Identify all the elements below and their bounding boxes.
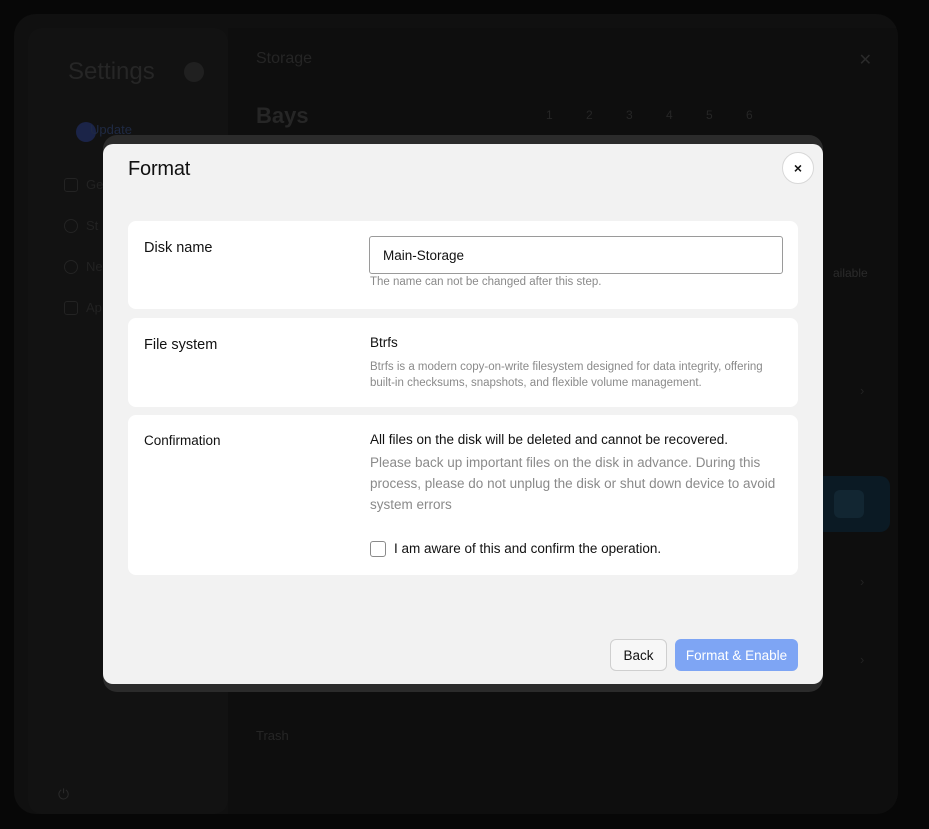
file-system-description: Btrfs is a modern copy-on-write filesyst… — [370, 361, 763, 389]
confirmation-description: Please back up important files on the di… — [370, 455, 776, 512]
storage-title: Storage — [256, 50, 313, 67]
sidebar-item-general: Ge — [86, 177, 104, 192]
gear-badge-icon — [184, 62, 204, 82]
format-dialog: Format × Disk name The name can not be c… — [103, 144, 823, 684]
close-icon: ✕ — [858, 52, 872, 69]
sidebar-item-network: Ne — [86, 259, 103, 274]
confirm-checkbox[interactable] — [370, 541, 386, 557]
bays-title: Bays — [256, 103, 309, 128]
sidebar-item-storage: St — [86, 218, 99, 233]
bay-number: 2 — [586, 108, 593, 122]
confirm-checkbox-label[interactable]: I am aware of this and confirm the opera… — [394, 541, 661, 556]
disk-name-hint: The name can not be changed after this s… — [370, 276, 602, 288]
bay-number: 4 — [666, 108, 673, 122]
bay-number: 3 — [626, 108, 633, 122]
confirmation-label: Confirmation — [144, 433, 221, 448]
back-button[interactable]: Back — [610, 639, 667, 671]
close-button[interactable]: × — [782, 152, 814, 184]
file-system-value: Btrfs — [370, 335, 398, 350]
bay-number: 1 — [546, 108, 553, 122]
network-icon — [64, 260, 78, 274]
disk-name-section: Disk name The name can not be changed af… — [128, 221, 798, 309]
chevron-right-icon: › — [860, 574, 865, 589]
general-icon — [64, 178, 78, 192]
power-icon: ⏻ — [58, 786, 70, 802]
apps-icon — [64, 301, 78, 315]
file-system-label: File system — [144, 337, 218, 353]
bay-number: 5 — [706, 108, 713, 122]
disk-name-label: Disk name — [144, 240, 213, 256]
trash-label: Trash — [256, 728, 289, 743]
dialog-title: Format — [128, 158, 191, 180]
format-enable-button[interactable]: Format & Enable — [675, 639, 798, 671]
file-system-section: File system Btrfs Btrfs is a modern copy… — [128, 318, 798, 407]
available-label: ailable — [833, 266, 868, 280]
chevron-right-icon: › — [860, 652, 865, 667]
close-icon: × — [793, 160, 803, 176]
sidebar-item-apps: Ap — [86, 300, 102, 315]
settings-title: Settings — [68, 58, 155, 85]
confirmation-warning: All files on the disk will be deleted an… — [370, 432, 728, 447]
bay-number: 6 — [746, 108, 753, 122]
confirmation-section: Confirmation All files on the disk will … — [128, 415, 798, 575]
chevron-right-icon: › — [860, 383, 865, 398]
disk-name-input[interactable] — [369, 236, 783, 274]
storage-icon — [64, 219, 78, 233]
bg-action-button — [834, 490, 864, 518]
